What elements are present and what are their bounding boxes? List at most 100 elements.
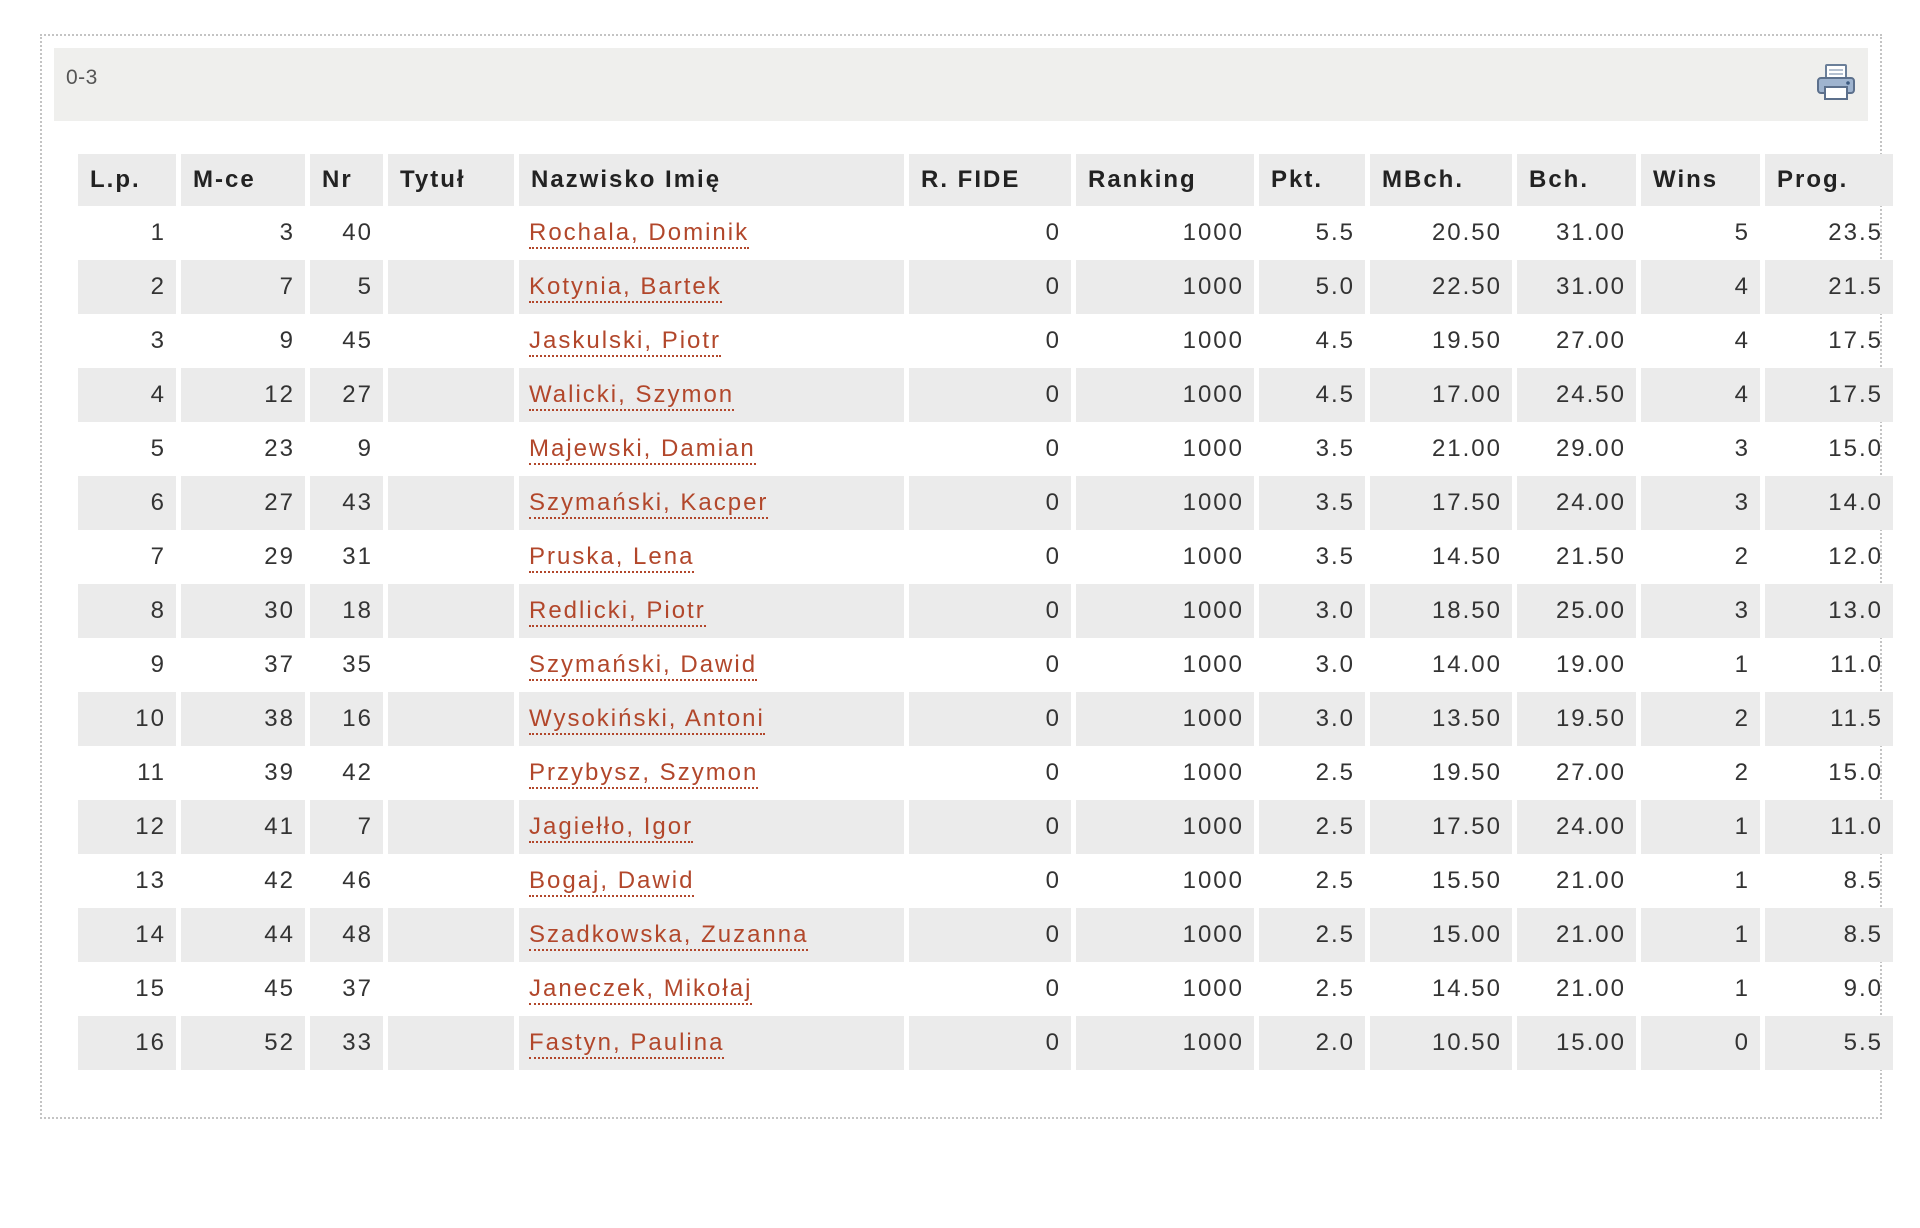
header-r-fide: R. FIDE — [909, 154, 1071, 206]
player-link[interactable]: Szymański, Kacper — [529, 489, 769, 519]
cell-pkt: 2.5 — [1259, 908, 1365, 962]
cell-prog: 14.0 — [1765, 476, 1893, 530]
cell-pkt: 3.0 — [1259, 584, 1365, 638]
cell-wins: 4 — [1734, 327, 1750, 354]
cell-mce: 45 — [264, 975, 295, 1002]
cell-wins: 3 — [1734, 435, 1750, 462]
header-lp: L.p. — [78, 154, 176, 206]
cell-lp: 8 — [78, 584, 176, 638]
cell-ranking: 1000 — [1076, 368, 1254, 422]
player-link[interactable]: Szadkowska, Zuzanna — [529, 921, 809, 951]
cell-mce: 29 — [264, 543, 295, 570]
table-row: 8 30 18 Redlicki, Piotr 0 1000 3.0 18.50 25.00 3 1… — [78, 584, 1893, 638]
player-link[interactable]: Rochala, Dominik — [529, 219, 750, 249]
cell-lp: 11 — [137, 759, 166, 786]
cell-bch: 19.00 — [1555, 651, 1626, 678]
cell-nr: 18 — [310, 584, 383, 638]
cell-tytul — [388, 692, 514, 746]
table-row: 14 44 48 Szadkowska, Zuzanna 0 1000 2.5 15.00 21… — [78, 908, 1893, 962]
printer-icon[interactable] — [1814, 60, 1858, 104]
cell-mbch: 21.00 — [1431, 435, 1502, 462]
player-link[interactable]: Jagiełło, Igor — [529, 813, 694, 843]
cell-tytul — [388, 638, 514, 692]
player-link[interactable]: Szymański, Dawid — [529, 651, 758, 681]
header-prog: Prog. — [1765, 154, 1893, 206]
cell-mce: 9 — [279, 327, 295, 354]
cell-mce: 12 — [181, 368, 305, 422]
cell-tytul — [388, 530, 514, 584]
cell-ranking: 1000 — [1182, 867, 1244, 894]
cell-nr: 7 — [310, 800, 383, 854]
cell-prog: 5.5 — [1765, 1016, 1893, 1070]
cell-r-fide: 0 — [1045, 975, 1061, 1002]
cell-mbch: 18.50 — [1370, 584, 1512, 638]
table-row: 4 12 27 Walicki, Szymon 0 1000 4.5 17.00 24.50 4 1… — [78, 368, 1893, 422]
table-row: 2 7 5 Kotynia, Bartek 0 1000 5.0 22.50 31.00 4 21.… — [78, 260, 1893, 314]
player-link[interactable]: Redlicki, Piotr — [529, 597, 706, 627]
player-link[interactable]: Fastyn, Paulina — [529, 1029, 725, 1059]
cell-ranking: 1000 — [1076, 908, 1254, 962]
header-mbch: MBch. — [1370, 154, 1512, 206]
player-link[interactable]: Wysokiński, Antoni — [529, 705, 765, 735]
cell-lp: 14 — [78, 908, 176, 962]
cell-mce: 38 — [181, 692, 305, 746]
table-row: 10 38 16 Wysokiński, Antoni 0 1000 3.0 13.50 19.… — [78, 692, 1893, 746]
cell-r-fide: 0 — [909, 908, 1071, 962]
cell-mce: 37 — [264, 651, 295, 678]
cell-wins: 1 — [1641, 908, 1760, 962]
cell-player-name: Walicki, Szymon — [519, 368, 904, 422]
cell-bch: 21.00 — [1555, 975, 1626, 1002]
cell-bch: 25.00 — [1517, 584, 1636, 638]
results-table-container: L.p. M-ce Nr Tytuł Nazwisko Imię R. FIDE… — [78, 154, 1893, 1070]
cell-player-name: Jaskulski, Piotr — [519, 314, 904, 368]
player-link[interactable]: Jaskulski, Piotr — [529, 327, 722, 357]
cell-prog: 21.5 — [1765, 260, 1893, 314]
cell-lp: 15 — [135, 975, 166, 1002]
cell-lp: 3 — [150, 327, 166, 354]
cell-ranking: 1000 — [1076, 584, 1254, 638]
cell-bch: 21.00 — [1517, 908, 1636, 962]
cell-lp: 6 — [78, 476, 176, 530]
cell-nr: 27 — [310, 368, 383, 422]
player-link[interactable]: Janeczek, Mikołaj — [529, 975, 753, 1005]
cell-lp: 4 — [78, 368, 176, 422]
cell-mce: 44 — [181, 908, 305, 962]
cell-nr: 45 — [342, 327, 373, 354]
cell-nr: 46 — [342, 867, 373, 894]
cell-tytul — [388, 746, 514, 800]
player-link[interactable]: Kotynia, Bartek — [529, 273, 722, 303]
cell-wins: 4 — [1641, 368, 1760, 422]
cell-mbch: 19.50 — [1431, 327, 1502, 354]
cell-bch: 31.00 — [1517, 260, 1636, 314]
cell-tytul — [388, 314, 514, 368]
cell-prog: 8.5 — [1765, 908, 1893, 962]
cell-r-fide: 0 — [1045, 435, 1061, 462]
cell-mbch: 20.50 — [1431, 219, 1502, 246]
player-link[interactable]: Majewski, Damian — [529, 435, 756, 465]
player-link[interactable]: Przybysz, Szymon — [529, 759, 759, 789]
cell-wins: 1 — [1641, 800, 1760, 854]
cell-r-fide: 0 — [909, 260, 1071, 314]
cell-mce: 30 — [181, 584, 305, 638]
cell-prog: 15.0 — [1828, 435, 1883, 462]
cell-bch: 24.50 — [1517, 368, 1636, 422]
cell-wins: 3 — [1641, 476, 1760, 530]
cell-bch: 24.00 — [1517, 476, 1636, 530]
table-row: 11 39 42 Przybysz, Szymon 0 1000 2.5 19.50 27.00… — [78, 746, 1893, 800]
player-link[interactable]: Pruska, Lena — [529, 543, 695, 573]
cell-r-fide: 0 — [909, 800, 1071, 854]
cell-player-name: Szymański, Dawid — [519, 638, 904, 692]
cell-player-name: Pruska, Lena — [519, 530, 904, 584]
cell-bch: 21.50 — [1555, 543, 1626, 570]
panel-title: 0-3 — [66, 66, 98, 89]
cell-player-name: Bogaj, Dawid — [519, 854, 904, 908]
cell-bch: 27.00 — [1555, 759, 1626, 786]
cell-prog: 9.0 — [1843, 975, 1883, 1002]
cell-player-name: Przybysz, Szymon — [519, 746, 904, 800]
cell-r-fide: 0 — [909, 584, 1071, 638]
cell-player-name: Jagiełło, Igor — [519, 800, 904, 854]
cell-mbch: 14.00 — [1431, 651, 1502, 678]
player-link[interactable]: Walicki, Szymon — [529, 381, 735, 411]
player-link[interactable]: Bogaj, Dawid — [529, 867, 695, 897]
cell-r-fide: 0 — [1045, 219, 1061, 246]
